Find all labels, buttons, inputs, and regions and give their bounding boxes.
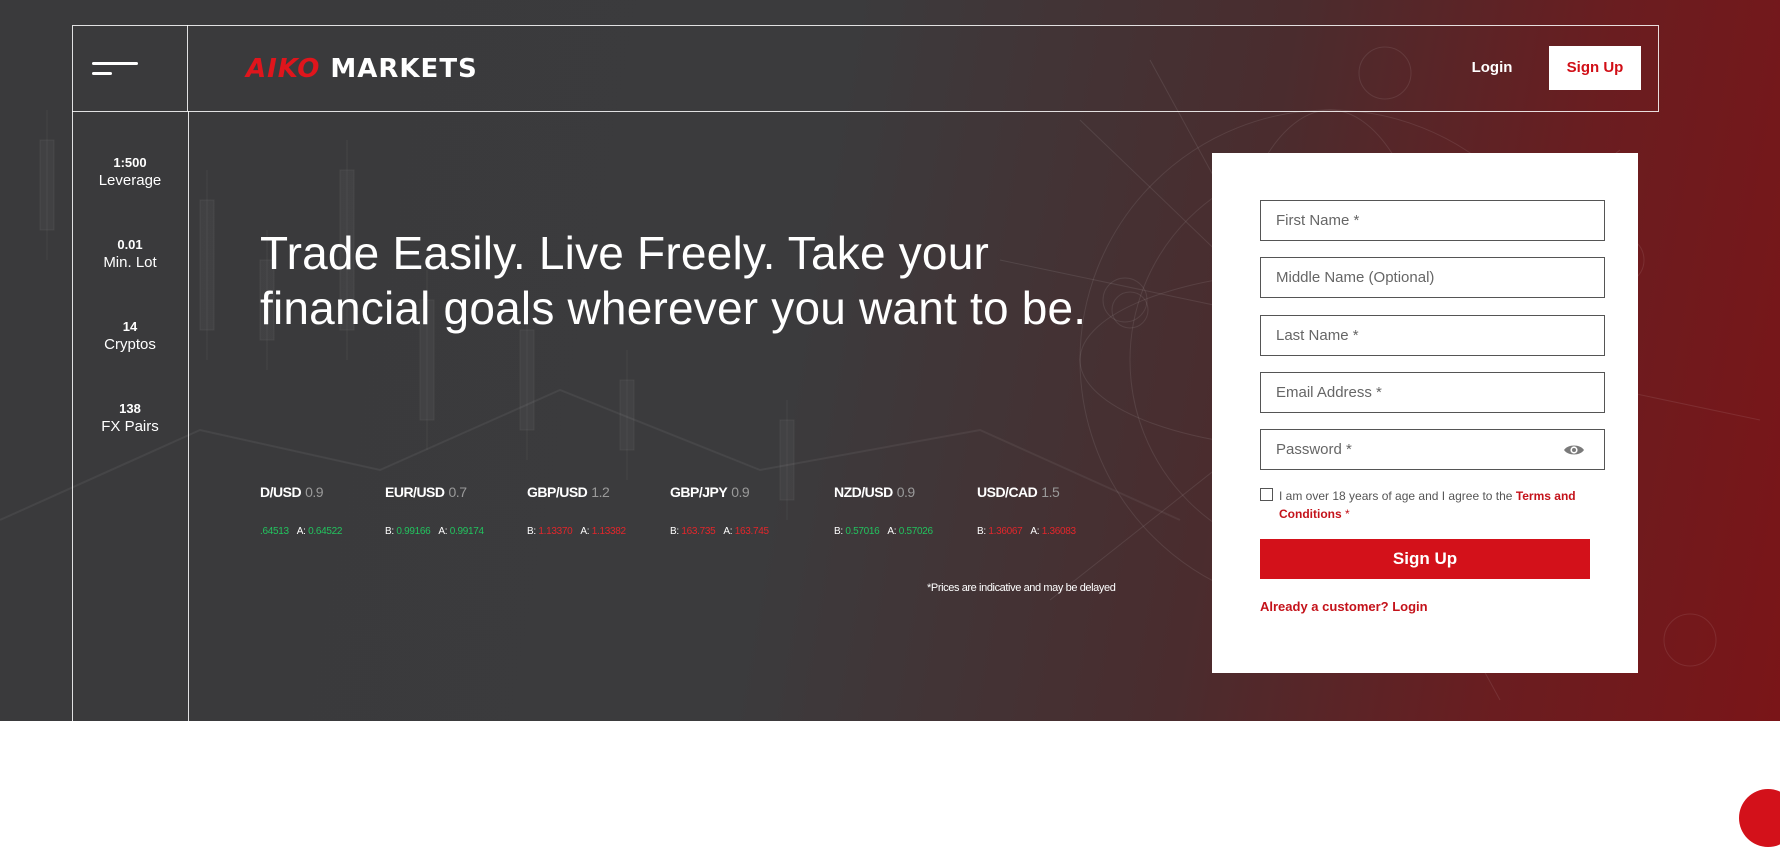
ticker-pair-name: GBP/JPY <box>670 484 728 500</box>
price-disclaimer: *Prices are indicative and may be delaye… <box>927 582 1116 594</box>
eye-icon[interactable] <box>1563 443 1585 457</box>
menu-line-short <box>92 72 112 75</box>
ticker-quotes: B: 1.13370 A: 1.13382 <box>527 526 626 537</box>
ticker-quotes: .64513 A: 0.64522 <box>260 526 343 537</box>
password-field[interactable] <box>1260 429 1605 470</box>
ask-prefix: A: <box>723 526 733 537</box>
ticker-pair-name: USD/CAD <box>977 484 1038 500</box>
stat-fx-pairs: 138 FX Pairs <box>72 401 188 437</box>
chat-icon[interactable] <box>1739 789 1780 847</box>
email-field[interactable] <box>1260 372 1605 413</box>
stat-label: FX Pairs <box>101 418 159 435</box>
logo-part-aiko: AIKO <box>246 54 321 84</box>
bid-value: 0.57016 <box>845 526 880 537</box>
ask-value: 1.13382 <box>591 526 626 537</box>
ticker-pair: USD/CAD 1.5 <box>977 484 1060 500</box>
stat-value: 138 <box>119 401 141 416</box>
stat-value: 1:500 <box>113 155 147 170</box>
stat-value: 14 <box>122 319 138 334</box>
ticker-quotes: B: 1.36067 A: 1.36083 <box>977 526 1076 537</box>
terms-checkbox[interactable] <box>1260 488 1273 501</box>
stat-leverage: 1:500 Leverage <box>72 155 188 191</box>
ticker-item: EUR/USD 0.7 B: 0.99166 A: 0.99174 <box>385 484 484 544</box>
hero-section: AIKO MARKETS Login Sign Up 1:500 Leverage… <box>0 0 1780 721</box>
ticker-quotes: B: 163.735 A: 163.745 <box>670 526 769 537</box>
ticker-spread: 0.7 <box>448 484 467 500</box>
header-divider <box>187 25 188 111</box>
already-customer-login-link[interactable]: Already a customer? Login <box>1260 599 1428 614</box>
bid-prefix: B: <box>834 526 843 537</box>
ticker-spread: 1.5 <box>1041 484 1060 500</box>
ask-prefix: A: <box>580 526 590 537</box>
bid-prefix: B: <box>977 526 986 537</box>
hamburger-menu-icon[interactable] <box>92 60 138 78</box>
bid-value: 0.99166 <box>396 526 431 537</box>
ticker-pair-name: GBP/USD <box>527 484 588 500</box>
required-marker: * <box>1341 507 1350 521</box>
ticker-quotes: B: 0.99166 A: 0.99174 <box>385 526 484 537</box>
ticker-pair: NZD/USD 0.9 <box>834 484 915 500</box>
ticker-item: D/USD 0.9 .64513 A: 0.64522 <box>260 484 343 544</box>
ticker-item: USD/CAD 1.5 B: 1.36067 A: 1.36083 <box>977 484 1076 544</box>
ticker-pair: EUR/USD 0.7 <box>385 484 467 500</box>
ticker-item: NZD/USD 0.9 B: 0.57016 A: 0.57026 <box>834 484 933 544</box>
bid-prefix: B: <box>385 526 394 537</box>
header-login-link[interactable]: Login <box>1462 57 1522 79</box>
bid-value: 1.13370 <box>538 526 573 537</box>
ticker-spread: 0.9 <box>896 484 915 500</box>
ask-prefix: A: <box>887 526 897 537</box>
ticker-spread: 0.9 <box>731 484 750 500</box>
ticker-quotes: B: 0.57016 A: 0.57026 <box>834 526 933 537</box>
ask-value: 0.99174 <box>449 526 484 537</box>
ticker-pair-name: D/USD <box>260 484 302 500</box>
ticker-pair: D/USD 0.9 <box>260 484 324 500</box>
logo-part-markets: MARKETS <box>330 54 478 84</box>
header-signup-button[interactable]: Sign Up <box>1549 46 1641 90</box>
terms-label: I am over 18 years of age and I agree to… <box>1279 487 1599 523</box>
ask-prefix: A: <box>1030 526 1040 537</box>
ticker-pair: GBP/JPY 0.9 <box>670 484 750 500</box>
ask-value: 1.36083 <box>1041 526 1076 537</box>
bid-value: .64513 <box>260 526 289 537</box>
stat-label: Leverage <box>98 172 162 189</box>
bid-value: 163.735 <box>681 526 716 537</box>
hero-headline: Trade Easily. Live Freely. Take your fin… <box>260 227 1087 334</box>
signup-form-card: I am over 18 years of age and I agree to… <box>1212 153 1638 673</box>
ticker-pair: GBP/USD 1.2 <box>527 484 610 500</box>
bid-prefix: B: <box>670 526 679 537</box>
ask-prefix: A: <box>438 526 448 537</box>
bid-prefix: B: <box>527 526 536 537</box>
stat-label: Min. Lot <box>103 254 157 271</box>
stat-value: 0.01 <box>117 237 143 252</box>
ticker-pair-name: EUR/USD <box>385 484 445 500</box>
ticker-spread: 1.2 <box>591 484 610 500</box>
ticker-spread: 0.9 <box>305 484 324 500</box>
ticker-item: GBP/USD 1.2 B: 1.13370 A: 1.13382 <box>527 484 626 544</box>
ticker-pair-name: NZD/USD <box>834 484 893 500</box>
ticker-item: GBP/JPY 0.9 B: 163.735 A: 163.745 <box>670 484 769 544</box>
ask-value: 0.57026 <box>898 526 933 537</box>
middle-name-field[interactable] <box>1260 257 1605 298</box>
menu-line-long <box>92 62 138 65</box>
bid-value: 1.36067 <box>988 526 1023 537</box>
ask-prefix: A: <box>296 526 306 537</box>
ask-value: 163.745 <box>734 526 769 537</box>
stat-cryptos: 14 Cryptos <box>72 319 188 355</box>
stat-label: Cryptos <box>104 336 156 353</box>
form-signup-button[interactable]: Sign Up <box>1260 539 1590 579</box>
terms-text: I am over 18 years of age and I agree to… <box>1279 489 1516 503</box>
ask-value: 0.64522 <box>308 526 343 537</box>
first-name-field[interactable] <box>1260 200 1605 241</box>
stat-min-lot: 0.01 Min. Lot <box>72 237 188 273</box>
last-name-field[interactable] <box>1260 315 1605 356</box>
brand-logo[interactable]: AIKO MARKETS <box>246 54 478 84</box>
